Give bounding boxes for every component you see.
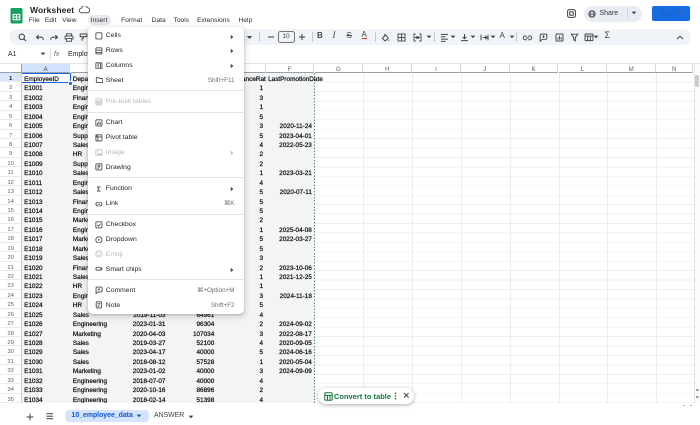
svg-text:Σ: Σ xyxy=(97,185,102,192)
